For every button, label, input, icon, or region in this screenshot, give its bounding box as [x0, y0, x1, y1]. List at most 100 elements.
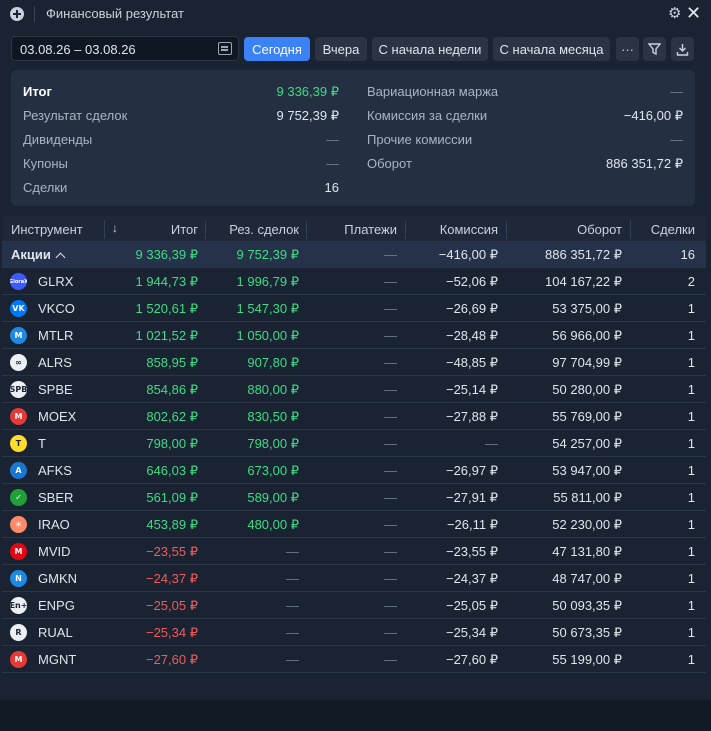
- header-turnover[interactable]: Оборот: [577, 222, 622, 237]
- chevron-up-icon[interactable]: [55, 252, 66, 263]
- cell-payments: —: [384, 409, 397, 424]
- summary-panel: Итог 9 336,39 ₽ Результат сделок 9 752,3…: [11, 70, 695, 206]
- table-row[interactable]: A AFKS 646,03 ₽ 673,00 ₽ — −26,97 ₽ 53 947,00 …: [2, 457, 706, 484]
- cell-result: —: [286, 652, 299, 667]
- ticker-name: GLRX: [38, 274, 74, 289]
- ticker-name: ENPG: [38, 598, 75, 613]
- cell-deals: 1: [687, 652, 695, 667]
- close-icon[interactable]: ✕: [686, 4, 702, 22]
- cell-payments: —: [384, 274, 397, 289]
- summary-other-fees-value: —: [670, 132, 683, 147]
- cell-total: 858,95 ₽: [146, 355, 198, 370]
- cell-total: 1 520,61 ₽: [135, 301, 199, 316]
- ticker-logo-icon: M: [10, 408, 27, 425]
- table-row[interactable]: SPB SPBE 854,86 ₽ 880,00 ₽ — −25,14 ₽ 50 280,0…: [2, 376, 706, 403]
- cell-turnover: 55 199,00 ₽: [552, 652, 622, 667]
- download-button[interactable]: [671, 37, 694, 61]
- summary-turnover-label: Оборот: [367, 156, 412, 171]
- table-row[interactable]: R RUAL −25,34 ₽ — — −25,34 ₽ 50 673,35 ₽ 1: [2, 619, 706, 646]
- table-row[interactable]: ✓ SBER 561,09 ₽ 589,00 ₽ — −27,91 ₽ 55 811,00 …: [2, 484, 706, 511]
- ticker-name: GMKN: [38, 571, 77, 586]
- column-divider[interactable]: [405, 220, 406, 239]
- header-instrument[interactable]: Инструмент: [11, 222, 83, 237]
- column-divider[interactable]: [104, 220, 105, 239]
- cell-deals: 1: [687, 490, 695, 505]
- summary-commission-label: Комиссия за сделки: [367, 108, 488, 123]
- table-row[interactable]: М MVID −23,55 ₽ — — −23,55 ₽ 47 131,80 ₽ 1: [2, 538, 706, 565]
- table-row[interactable]: En+ ENPG −25,05 ₽ — — −25,05 ₽ 50 093,35 ₽ 1: [2, 592, 706, 619]
- summary-dividends-value: —: [326, 132, 339, 147]
- summary-turnover-value: 886 351,72 ₽: [606, 156, 683, 171]
- cell-commission: −27,60 ₽: [445, 652, 498, 667]
- cell-deals: 1: [687, 571, 695, 586]
- cell-turnover: 47 131,80 ₽: [552, 544, 622, 559]
- ticker-logo-icon: ☀: [10, 516, 27, 533]
- ticker-name: MTLR: [38, 328, 74, 343]
- cell-commission: −25,05 ₽: [445, 598, 498, 613]
- date-range-field[interactable]: 03.08.26 – 03.08.26: [11, 36, 239, 61]
- cell-commission: −26,11 ₽: [446, 517, 498, 532]
- cell-deals: 2: [687, 274, 695, 289]
- window-title: Финансовый результат: [46, 6, 184, 21]
- group-row-stocks[interactable]: Акции 9 336,39 ₽ 9 752,39 ₽ — −416,00 ₽ 886 3…: [2, 241, 706, 268]
- table-row[interactable]: N GMKN −24,37 ₽ — — −24,37 ₽ 48 747,00 ₽ 1: [2, 565, 706, 592]
- cell-turnover: 56 966,00 ₽: [552, 328, 622, 343]
- ticker-logo-icon: ✓: [10, 489, 27, 506]
- column-divider[interactable]: [205, 220, 206, 239]
- cell-total: 854,86 ₽: [146, 382, 198, 397]
- window-titlebar: Финансовый результат ⚙ ✕: [0, 0, 711, 28]
- cell-commission: −48,85 ₽: [445, 355, 498, 370]
- table-row[interactable]: VK VKCO 1 520,61 ₽ 1 547,30 ₽ — −26,69 ₽ 53 37…: [2, 295, 706, 322]
- ticker-logo-icon: GlorаX: [10, 273, 27, 290]
- header-result[interactable]: Рез. сделок: [229, 222, 299, 237]
- column-divider[interactable]: [306, 220, 307, 239]
- header-commission[interactable]: Комиссия: [440, 222, 498, 237]
- week-start-button[interactable]: С начала недели: [372, 37, 488, 61]
- cell-result: —: [286, 571, 299, 586]
- cell-payments: —: [384, 463, 397, 478]
- filter-button[interactable]: [643, 37, 666, 61]
- ticker-name: MGNT: [38, 652, 77, 667]
- summary-deals-value: 16: [324, 180, 339, 195]
- cell-deals: 1: [687, 328, 695, 343]
- panel-footer: [0, 700, 711, 731]
- ticker-logo-icon: M: [10, 327, 27, 344]
- table-row[interactable]: M MTLR 1 021,52 ₽ 1 050,00 ₽ — −28,48 ₽ 56 966…: [2, 322, 706, 349]
- gear-icon[interactable]: ⚙: [668, 6, 683, 21]
- table-row[interactable]: GlorаX GLRX 1 944,73 ₽ 1 996,79 ₽ — −52,06 ₽ 1…: [2, 268, 706, 295]
- table-row[interactable]: ☀ IRAO 453,89 ₽ 480,00 ₽ — −26,11 ₽ 52 230,00 …: [2, 511, 706, 538]
- more-button[interactable]: ···: [616, 37, 639, 61]
- cell-deals: 1: [687, 409, 695, 424]
- add-widget-icon[interactable]: [10, 7, 24, 21]
- ticker-name: MVID: [38, 544, 71, 559]
- cell-result: 907,80 ₽: [247, 355, 299, 370]
- summary-coupons-label: Купоны: [23, 156, 68, 171]
- cell-result: 1 547,30 ₽: [236, 301, 300, 316]
- cell-total: −24,37 ₽: [145, 571, 198, 586]
- ticker-name: RUAL: [38, 625, 73, 640]
- header-payments[interactable]: Платежи: [344, 222, 397, 237]
- cell-payments: —: [384, 382, 397, 397]
- header-deals[interactable]: Сделки: [651, 222, 695, 237]
- today-button[interactable]: Сегодня: [244, 37, 310, 61]
- cell-turnover: 50 093,35 ₽: [552, 598, 622, 613]
- ticker-logo-icon: En+: [10, 597, 27, 614]
- table-row[interactable]: М MGNT −27,60 ₽ — — −27,60 ₽ 55 199,00 ₽ 1: [2, 646, 706, 673]
- month-start-button[interactable]: С начала месяца: [493, 37, 610, 61]
- ticker-name: AFKS: [38, 463, 72, 478]
- cell-payments: —: [384, 436, 397, 451]
- cell-turnover: 55 811,00 ₽: [553, 490, 622, 505]
- table-row[interactable]: ∞ ALRS 858,95 ₽ 907,80 ₽ — −48,85 ₽ 97 704,99 …: [2, 349, 706, 376]
- table-row[interactable]: T T 798,00 ₽ 798,00 ₽ — — 54 257,00 ₽ 1: [2, 430, 706, 457]
- sort-desc-icon[interactable]: ↓: [112, 221, 118, 235]
- ticker-logo-icon: R: [10, 624, 27, 641]
- summary-coupons-value: —: [326, 156, 339, 171]
- column-divider[interactable]: [630, 220, 631, 239]
- cell-total: 453,89 ₽: [146, 517, 198, 532]
- group-name: Акции: [11, 247, 66, 263]
- table-row[interactable]: M MOEX 802,62 ₽ 830,50 ₽ — −27,88 ₽ 55 769,00 …: [2, 403, 706, 430]
- calendar-icon[interactable]: [218, 42, 232, 55]
- column-divider[interactable]: [506, 220, 507, 239]
- header-total[interactable]: Итог: [171, 222, 198, 237]
- yesterday-button[interactable]: Вчера: [315, 37, 367, 61]
